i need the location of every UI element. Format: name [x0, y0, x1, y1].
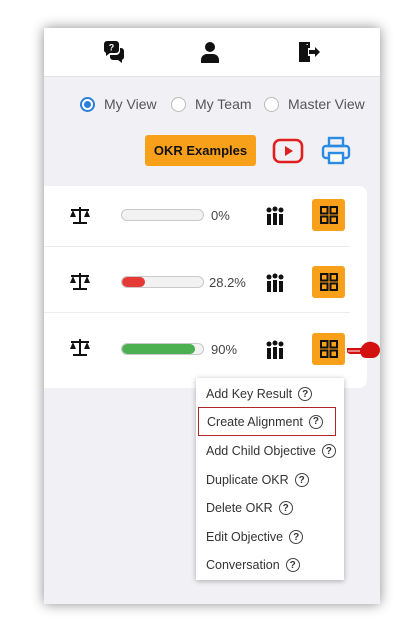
objective-menu-button[interactable]	[312, 266, 345, 298]
menu-item-label: Duplicate OKR	[206, 473, 289, 487]
menu-item-conversation[interactable]: Conversation ?	[196, 552, 344, 578]
printer-icon[interactable]	[321, 136, 351, 166]
balance-scale-icon	[70, 207, 90, 224]
logout-icon[interactable]	[296, 40, 320, 64]
okr-examples-button[interactable]: OKR Examples	[145, 135, 256, 166]
menu-item-label: Add Key Result	[206, 387, 293, 401]
pointing-hand-icon	[347, 341, 380, 358]
app-frame: ? My View My Team Master View OKR Exampl…	[44, 28, 380, 604]
progress-bar	[121, 276, 204, 288]
user-icon[interactable]	[198, 40, 222, 64]
objective-row: 90%	[44, 320, 350, 380]
objective-row: 0%	[44, 186, 350, 247]
chat-help-icon[interactable]: ?	[102, 40, 126, 64]
team-icon[interactable]	[265, 206, 285, 226]
menu-item-delete-okr[interactable]: Delete OKR ?	[196, 495, 344, 521]
radio-my-team-dot[interactable]	[171, 96, 186, 112]
team-icon[interactable]	[265, 273, 285, 293]
progress-fill	[122, 277, 145, 287]
progress-bar	[121, 343, 204, 355]
radio-my-view-label: My View	[104, 96, 157, 112]
help-icon[interactable]: ?	[321, 444, 336, 458]
radio-my-view-dot[interactable]	[80, 96, 95, 112]
menu-item-add-key-result[interactable]: Add Key Result ?	[196, 381, 344, 407]
progress-percent: 90%	[211, 342, 238, 357]
menu-item-add-child-objective[interactable]: Add Child Objective ?	[196, 438, 344, 464]
objective-menu-button[interactable]	[312, 333, 345, 365]
menu-item-duplicate-okr[interactable]: Duplicate OKR ?	[196, 467, 344, 493]
grid-icon	[319, 273, 338, 291]
objectives-card: 0% 28.2% 90%	[44, 186, 367, 388]
objective-context-menu: Add Key Result ? Create Alignment ? Add …	[196, 378, 344, 580]
menu-item-edit-objective[interactable]: Edit Objective ?	[196, 524, 344, 550]
help-icon[interactable]: ?	[278, 501, 293, 515]
radio-master-view[interactable]: Master View	[264, 96, 365, 112]
top-bar: ?	[44, 28, 380, 77]
progress-fill	[122, 344, 195, 354]
menu-item-label: Conversation	[206, 558, 280, 572]
radio-my-team-label: My Team	[195, 96, 252, 112]
radio-my-team[interactable]: My Team	[171, 96, 252, 112]
help-icon[interactable]: ?	[298, 387, 313, 401]
team-icon[interactable]	[265, 340, 285, 360]
youtube-icon[interactable]	[272, 137, 304, 165]
svg-text:?: ?	[109, 43, 115, 53]
radio-master-view-label: Master View	[288, 96, 365, 112]
objective-row: 28.2%	[44, 252, 350, 313]
progress-percent: 28.2%	[209, 275, 246, 290]
menu-item-label: Add Child Objective	[206, 444, 316, 458]
progress-bar	[121, 209, 204, 221]
balance-scale-icon	[70, 273, 90, 290]
help-icon[interactable]: ?	[308, 414, 323, 429]
progress-percent: 0%	[211, 208, 230, 223]
grid-icon	[319, 206, 338, 224]
menu-item-label: Create Alignment	[207, 414, 303, 429]
grid-icon	[319, 340, 338, 358]
menu-item-create-alignment[interactable]: Create Alignment ?	[198, 407, 336, 436]
menu-item-label: Delete OKR	[206, 501, 273, 515]
radio-master-view-dot[interactable]	[264, 96, 279, 112]
objective-menu-button[interactable]	[312, 199, 345, 231]
menu-item-label: Edit Objective	[206, 530, 284, 544]
help-icon[interactable]: ?	[294, 473, 309, 487]
view-selector: My View My Team Master View	[80, 96, 380, 116]
radio-my-view[interactable]: My View	[80, 96, 157, 112]
help-icon[interactable]: ?	[285, 558, 300, 572]
balance-scale-icon	[70, 339, 90, 356]
help-icon[interactable]: ?	[289, 530, 304, 544]
